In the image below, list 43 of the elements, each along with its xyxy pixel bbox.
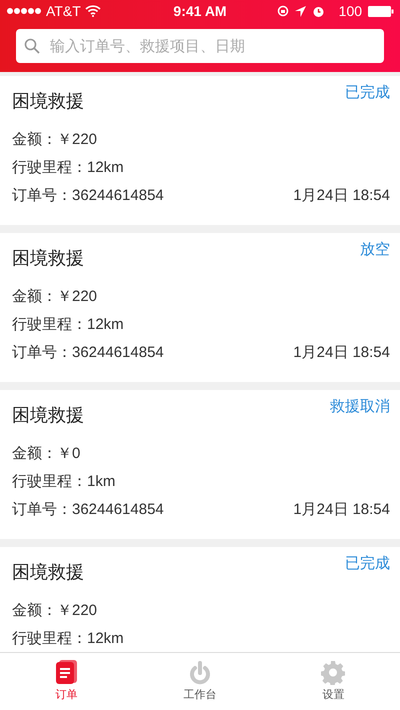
power-icon (188, 659, 212, 686)
order-distance: 行驶里程：12km (12, 315, 125, 335)
order-distance: 行驶里程：1km (12, 472, 116, 492)
battery-percent: 100 (338, 2, 362, 20)
order-card[interactable]: 困境救援 放空 金额：￥220 行驶里程：12km 订单号：36244614854 1月24日 18:54 (0, 233, 400, 382)
order-date: 1月24日 18:54 (293, 186, 390, 206)
order-card[interactable]: 困境救援 已完成 金额：￥220 行驶里程：12km 订单号：36244614854 1月24日 18:54 (0, 76, 400, 225)
rotation-lock-icon (276, 5, 289, 17)
tab-item[interactable]: 订单 (0, 659, 134, 704)
order-distance: 行驶里程：12km (12, 158, 125, 178)
tab-item[interactable]: 工作台 (133, 659, 267, 704)
order-title: 困境救援 (12, 90, 84, 113)
settings-icon (321, 659, 346, 686)
wifi-icon (84, 5, 101, 17)
document-icon (54, 659, 79, 686)
order-date: 1月24日 18:54 (293, 500, 390, 520)
order-title: 困境救援 (12, 404, 84, 427)
battery-icon (368, 6, 394, 16)
order-number: 订单号：36244614854 (12, 186, 164, 206)
signal-icon (6, 7, 42, 15)
order-title: 困境救援 (12, 561, 84, 584)
search-icon (24, 38, 40, 54)
order-amount: 金额：￥0 (12, 444, 82, 464)
order-date: 1月24日 18:54 (293, 342, 390, 363)
order-distance: 行驶里程：12km (12, 629, 125, 649)
tab-item[interactable]: 设置 (266, 659, 400, 704)
order-status: 已完成 (345, 554, 390, 574)
search-field[interactable]: 输入订单号、救援项目、日期 (16, 29, 384, 63)
order-number: 订单号：36244614854 (12, 342, 164, 363)
order-status: 放空 (360, 240, 390, 260)
carrier-name: AT&T (46, 2, 81, 20)
order-status: 救援取消 (330, 397, 390, 417)
alarm-icon (312, 4, 325, 18)
order-title: 困境救援 (12, 247, 84, 270)
location-arrow-icon (294, 6, 306, 16)
order-card[interactable]: 困境救援 已完成 金额：￥220 行驶里程：12km (0, 547, 400, 652)
order-status: 已完成 (345, 83, 390, 103)
order-amount: 金额：￥220 (12, 287, 98, 307)
order-number: 订单号：36244614854 (12, 500, 164, 520)
order-amount: 金额：￥220 (12, 130, 98, 150)
order-amount: 金额：￥220 (12, 601, 98, 621)
order-card[interactable]: 困境救援 救援取消 金额：￥0 行驶里程：1km 订单号：36244614854 1月24日 18:54 (0, 390, 400, 539)
clock-time: 9:41 AM (173, 2, 227, 20)
